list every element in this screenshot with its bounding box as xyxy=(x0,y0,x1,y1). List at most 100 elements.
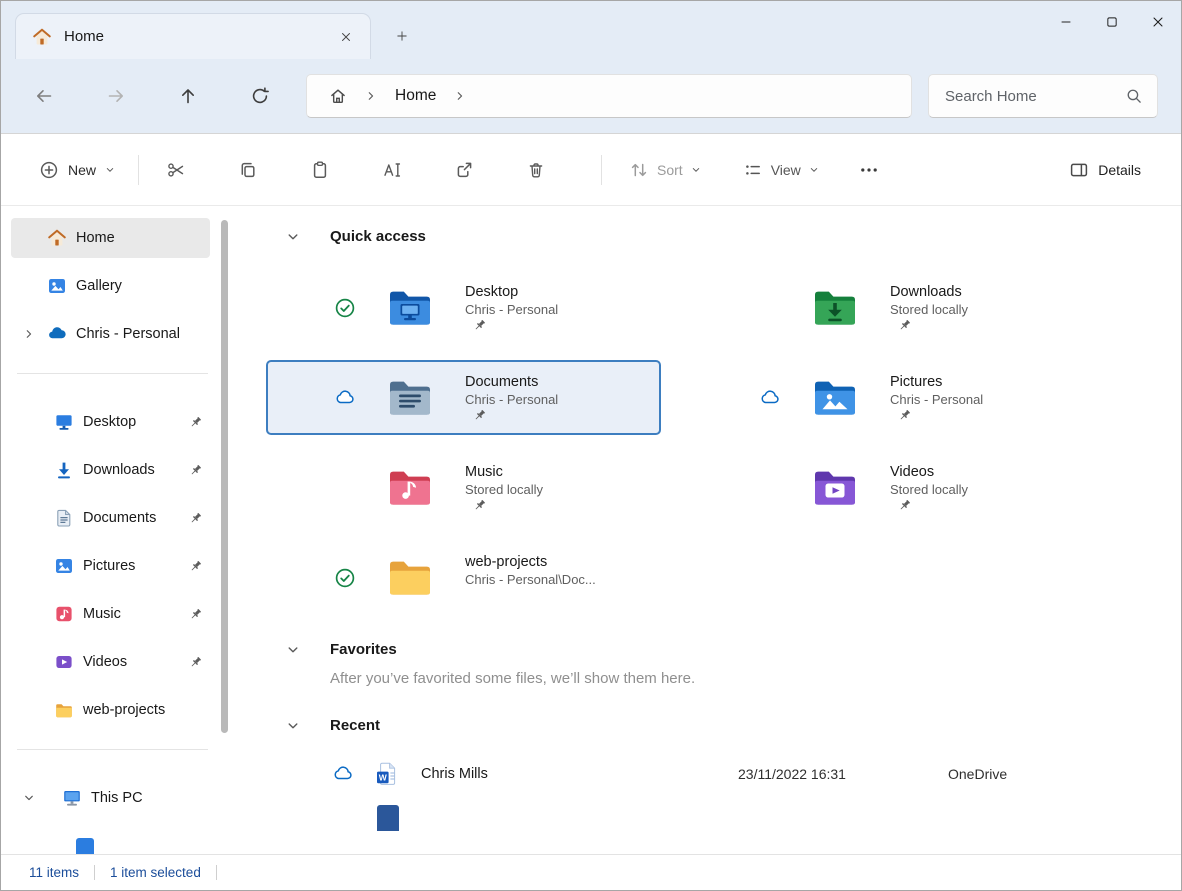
forward-button[interactable] xyxy=(96,76,136,116)
maximize-button[interactable] xyxy=(1089,1,1135,43)
chevron-down-icon[interactable] xyxy=(23,792,35,804)
minimize-button[interactable] xyxy=(1043,1,1089,43)
status-divider xyxy=(216,865,217,880)
pin-icon xyxy=(473,409,486,422)
sidebar-item-this-pc[interactable]: This PC xyxy=(11,778,210,818)
navigation-bar: Home xyxy=(1,59,1181,133)
chevron-right-icon[interactable] xyxy=(365,90,377,102)
sidebar-item-onedrive[interactable]: Chris - Personal xyxy=(11,314,210,354)
music-note-icon xyxy=(54,604,74,624)
favorites-empty-text: After you’ve favorited some files, we’ll… xyxy=(330,670,1181,687)
home-icon xyxy=(47,228,67,248)
sidebar-item-pictures[interactable]: Pictures xyxy=(11,546,210,586)
chevron-down-icon[interactable] xyxy=(286,230,300,244)
sync-status-cloud-icon xyxy=(750,387,790,409)
sidebar-separator xyxy=(17,373,208,374)
new-button[interactable]: New xyxy=(31,150,123,190)
sidebar-item-label: Music xyxy=(83,606,121,622)
sidebar-item-web-projects[interactable]: web-projects xyxy=(11,690,210,730)
search-icon[interactable] xyxy=(1125,87,1143,105)
favorites-header[interactable]: Favorites xyxy=(266,641,1181,658)
document-page-icon xyxy=(54,508,74,528)
sidebar-item-videos[interactable]: Videos xyxy=(11,642,210,682)
section-title: Recent xyxy=(330,717,380,734)
close-tab-button[interactable] xyxy=(332,23,360,51)
sort-arrows-icon xyxy=(629,160,649,180)
more-options-button[interactable] xyxy=(849,150,889,190)
breadcrumb-item[interactable]: Home xyxy=(395,87,436,105)
item-name: Pictures xyxy=(890,374,983,390)
clipboard-icon xyxy=(310,160,330,180)
back-button[interactable] xyxy=(24,76,64,116)
sidebar-item-documents[interactable]: Documents xyxy=(11,498,210,538)
sidebar-scrollbar[interactable] xyxy=(221,220,228,733)
sidebar-item-downloads[interactable]: Downloads xyxy=(11,450,210,490)
sidebar-item-label: This PC xyxy=(91,790,143,806)
quick-access-tile-music[interactable]: Music Stored locally xyxy=(266,450,661,525)
recent-file-row-partial[interactable] xyxy=(266,796,1181,840)
search-input[interactable] xyxy=(945,88,1125,105)
sync-status-check-icon xyxy=(325,567,365,589)
copy-button[interactable] xyxy=(226,150,270,190)
sidebar-item-label: Chris - Personal xyxy=(76,326,180,342)
chevron-down-icon[interactable] xyxy=(286,643,300,657)
cut-button[interactable] xyxy=(154,150,198,190)
address-bar[interactable]: Home xyxy=(306,74,912,118)
paste-button[interactable] xyxy=(298,150,342,190)
close-window-button[interactable] xyxy=(1135,1,1181,43)
file-name: Chris Mills xyxy=(421,766,738,782)
sort-label: Sort xyxy=(657,162,683,178)
pin-icon xyxy=(473,319,486,332)
file-location: OneDrive xyxy=(948,766,1007,782)
share-icon xyxy=(454,160,474,180)
quick-access-tile-documents[interactable]: Documents Chris - Personal xyxy=(266,360,661,435)
recent-header[interactable]: Recent xyxy=(266,717,1181,734)
share-button[interactable] xyxy=(442,150,486,190)
chevron-right-icon[interactable] xyxy=(454,90,466,102)
recent-file-row[interactable]: Chris Mills 23/11/2022 16:31 OneDrive xyxy=(266,752,1181,796)
sidebar-item-gallery[interactable]: Gallery xyxy=(11,266,210,306)
sidebar-item-partial[interactable] xyxy=(11,826,210,854)
sync-status-cloud-icon xyxy=(323,763,363,785)
new-tab-button[interactable] xyxy=(387,21,417,51)
chevron-right-icon[interactable] xyxy=(23,328,35,340)
up-button[interactable] xyxy=(168,76,208,116)
quick-access-tile-downloads[interactable]: Downloads Stored locally xyxy=(691,270,1086,345)
onedrive-cloud-icon xyxy=(47,324,67,344)
quick-access-tile-web-projects[interactable]: web-projects Chris - Personal\Doc... xyxy=(266,540,661,615)
quick-access-tile-videos[interactable]: Videos Stored locally xyxy=(691,450,1086,525)
details-button[interactable]: Details xyxy=(1059,150,1151,190)
selection-count: 1 item selected xyxy=(110,865,201,880)
quick-access-tile-pictures[interactable]: Pictures Chris - Personal xyxy=(691,360,1086,435)
quick-access-header[interactable]: Quick access xyxy=(266,228,1181,245)
view-button[interactable]: View xyxy=(731,150,831,190)
item-name: Downloads xyxy=(890,284,968,300)
delete-button[interactable] xyxy=(514,150,558,190)
view-list-icon xyxy=(743,160,763,180)
sidebar-item-label: Desktop xyxy=(83,414,136,430)
sort-button[interactable]: Sort xyxy=(617,150,713,190)
quick-access-tile-desktop[interactable]: Desktop Chris - Personal xyxy=(266,270,661,345)
breadcrumb-home-icon[interactable] xyxy=(329,87,347,105)
item-name: web-projects xyxy=(465,554,596,570)
desktop-folder-icon xyxy=(386,284,434,332)
sidebar-item-music[interactable]: Music xyxy=(11,594,210,634)
section-title: Favorites xyxy=(330,641,397,658)
home-icon xyxy=(32,27,52,47)
tab-home[interactable]: Home xyxy=(15,13,371,59)
search-box[interactable] xyxy=(928,74,1158,118)
command-bar: New Sort View Details xyxy=(1,133,1181,206)
sidebar-item-desktop[interactable]: Desktop xyxy=(11,402,210,442)
chevron-down-icon[interactable] xyxy=(286,719,300,733)
rename-button[interactable] xyxy=(370,150,414,190)
chevron-down-icon xyxy=(105,165,115,175)
view-label: View xyxy=(771,162,801,178)
pin-icon xyxy=(189,416,202,429)
sidebar-item-label: Documents xyxy=(83,510,156,526)
details-label: Details xyxy=(1098,162,1141,178)
folder-icon xyxy=(54,700,74,720)
status-divider xyxy=(94,865,95,880)
sidebar-item-home[interactable]: Home xyxy=(11,218,210,258)
refresh-button[interactable] xyxy=(240,76,280,116)
drive-icon xyxy=(76,838,94,854)
